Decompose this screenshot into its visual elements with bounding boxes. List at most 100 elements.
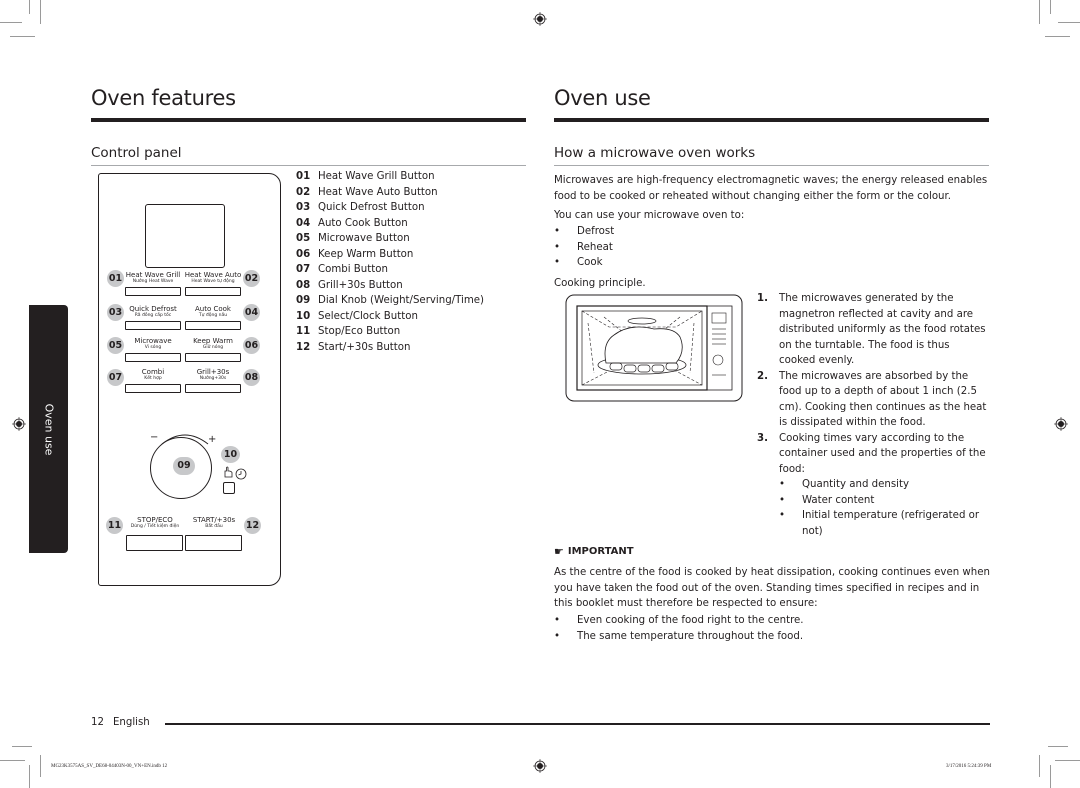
badge-06: 06 xyxy=(243,337,260,354)
registration-mark-icon xyxy=(12,417,26,431)
intro-paragraph: Microwaves are high-frequency electromag… xyxy=(554,175,988,202)
important-list: • Even cooking of the food right to the c… xyxy=(554,613,804,644)
crop-mark xyxy=(1048,746,1068,747)
legend-item: 09 Dial Knob (Weight/Serving/Time) xyxy=(296,295,485,306)
legend-item: 03 Quick Defrost Button xyxy=(296,202,425,213)
legend-item: 05 Microwave Button xyxy=(296,233,410,244)
crop-mark xyxy=(1050,0,1051,14)
heat-wave-auto-key[interactable] xyxy=(185,287,241,296)
registration-mark-icon xyxy=(533,759,547,773)
panel-button-label: Grill+30s Nướng+30s xyxy=(196,368,230,381)
crop-mark xyxy=(40,0,41,24)
page-title: Oven features xyxy=(91,86,236,110)
dial-minus-label: − xyxy=(150,432,159,443)
page-number: 12 xyxy=(91,717,104,728)
step-item: 2. The microwaves are absorbed by the foo… xyxy=(757,370,987,429)
crop-mark xyxy=(1039,0,1040,24)
section-title: How a microwave oven works xyxy=(554,145,756,161)
crop-mark xyxy=(1039,755,1040,777)
microwave-key[interactable] xyxy=(125,353,181,362)
badge-07: 07 xyxy=(107,369,124,386)
legend-item: 06 Keep Warm Button xyxy=(296,248,414,260)
crop-mark xyxy=(1058,22,1080,23)
badge-02: 02 xyxy=(243,270,260,287)
badge-05: 05 xyxy=(107,337,124,354)
section-rule xyxy=(554,165,989,166)
microwave-oven-illustration xyxy=(565,294,743,402)
panel-button-label: Heat Wave Grill Nướng Heat Wave xyxy=(125,271,181,284)
crop-mark xyxy=(12,746,32,747)
step-item: 3. Cooking times vary according to the co… xyxy=(757,432,986,475)
side-tab-label: Oven use xyxy=(42,403,55,455)
registration-mark-icon xyxy=(533,12,547,26)
uses-list: • Defrost • Reheat • Cook xyxy=(554,224,614,271)
list-item: • Reheat xyxy=(554,241,613,253)
start-30s-key[interactable] xyxy=(185,535,242,551)
badge-10: 10 xyxy=(221,446,240,463)
crop-mark xyxy=(29,0,30,14)
badge-01: 01 xyxy=(107,270,124,287)
side-tab[interactable]: Oven use xyxy=(29,305,68,553)
panel-button-label: STOP/ECO Dừng / Tiết kiệm điện xyxy=(130,516,180,529)
badge-03: 03 xyxy=(107,304,124,321)
crop-mark xyxy=(1050,765,1051,788)
badge-11: 11 xyxy=(106,517,123,534)
legend-item: 01 Heat Wave Grill Button xyxy=(296,171,435,182)
clock-icon xyxy=(235,468,247,480)
legend-item: 10 Select/Clock Button xyxy=(296,310,418,322)
panel-display xyxy=(145,204,225,268)
combi-key[interactable] xyxy=(125,384,181,393)
list-item: • Quantity and density xyxy=(779,479,910,490)
crop-mark xyxy=(29,765,30,788)
important-label: IMPORTANT xyxy=(567,546,634,557)
cooking-steps: 1. The microwaves generated by the magnet… xyxy=(757,291,989,539)
footer-rule xyxy=(165,723,990,725)
uses-intro: You can use your microwave oven to: xyxy=(554,210,745,221)
page-title: Oven use xyxy=(554,86,651,110)
badge-12: 12 xyxy=(244,517,261,534)
crop-mark xyxy=(40,755,41,777)
panel-button-label: Keep Warm Giữ nóng xyxy=(193,337,233,350)
badge-08: 08 xyxy=(243,369,260,386)
panel-button-label: Combi Kết hợp xyxy=(141,368,165,381)
grill-30s-key[interactable] xyxy=(185,384,241,393)
quick-defrost-key[interactable] xyxy=(125,321,181,330)
crop-mark xyxy=(0,22,22,23)
list-item: • Even cooking of the food right to the c… xyxy=(554,615,804,626)
list-item: • Initial temperature (refrigerated or no… xyxy=(779,510,980,537)
heat-wave-grill-key[interactable] xyxy=(125,287,181,296)
dial-plus-label: + xyxy=(208,434,217,445)
title-rule xyxy=(554,118,989,122)
panel-button-label: Auto Cook Tự động nấu xyxy=(195,305,231,318)
hand-pointer-icon xyxy=(224,466,233,478)
auto-cook-key[interactable] xyxy=(185,321,241,330)
legend-item: 11 Stop/Eco Button xyxy=(296,326,401,337)
keep-warm-key[interactable] xyxy=(185,353,241,362)
badge-04: 04 xyxy=(243,304,260,321)
stop-eco-key[interactable] xyxy=(126,535,183,551)
control-legend: 01 Heat Wave Grill Button 02 Heat Wave Aut… xyxy=(296,169,526,355)
pointing-hand-icon: ☛ xyxy=(554,545,564,558)
crop-mark xyxy=(1055,760,1080,761)
step-item: 1. The microwaves generated by the magnet… xyxy=(757,293,986,366)
crop-mark xyxy=(10,36,35,37)
important-heading: ☛ IMPORTANT xyxy=(554,545,634,558)
legend-item: 02 Heat Wave Auto Button xyxy=(296,186,438,198)
badge-09: 09 xyxy=(173,457,195,475)
print-file-name: MG23K3575AS_SV_DE68-04403N-00_VN+EN.indb… xyxy=(51,764,168,769)
panel-button-label: Microwave Vi sóng xyxy=(134,337,172,350)
section-title: Control panel xyxy=(91,145,182,161)
list-item: • Water content xyxy=(779,494,875,506)
section-rule xyxy=(91,165,526,166)
print-timestamp: 3/17/2016 5:24:39 PM xyxy=(946,764,992,769)
legend-item: 08 Grill+30s Button xyxy=(296,279,403,291)
important-paragraph: As the centre of the food is cooked by h… xyxy=(554,567,990,609)
footer-language: English xyxy=(112,717,150,728)
legend-item: 07 Combi Button xyxy=(296,264,388,275)
list-item: • Defrost xyxy=(554,226,615,237)
list-item: • The same temperature throughout the foo… xyxy=(554,630,804,642)
crop-mark xyxy=(0,760,25,761)
panel-button-label: START/+30s Bắt đầu xyxy=(192,516,236,529)
panel-button-label: Heat Wave Auto Heat Wave tự động xyxy=(184,271,242,284)
select-clock-key[interactable] xyxy=(223,482,235,494)
